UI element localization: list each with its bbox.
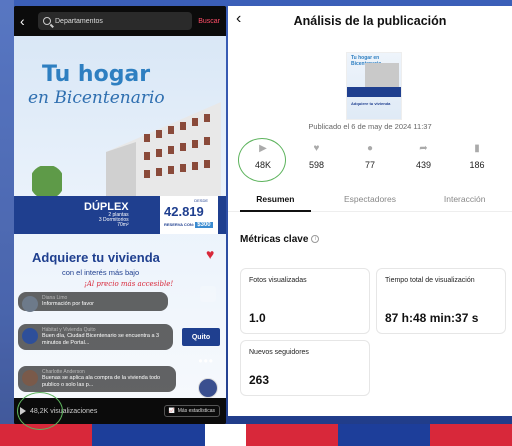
- highlight-circle: [17, 392, 63, 430]
- background-edge: [0, 0, 14, 424]
- metric-card: Nuevos seguidores 263: [240, 340, 370, 396]
- bookmark-icon: ▮: [474, 142, 480, 154]
- stat-value: 439: [415, 160, 432, 170]
- metrics-title-text: Métricas clave: [240, 234, 309, 245]
- share-icon: ➦: [419, 142, 428, 154]
- post-analytics-panel: ‹ Análisis de la publicación Tu hogar en…: [228, 6, 512, 416]
- side-action-icon[interactable]: [200, 286, 216, 302]
- top-search-bar: ‹ Departamentos Buscar: [14, 6, 226, 36]
- stat-saves: ▮ 186: [452, 140, 502, 180]
- stat-value: 598: [308, 160, 325, 170]
- thumbnail-subtitle: Adquiere tu vivienda: [351, 101, 391, 106]
- thumbnail-building: [365, 63, 399, 87]
- search-icon: [43, 17, 51, 25]
- metrics-heading: Métricas clave i: [240, 234, 320, 245]
- metric-label: Fotos visualizadas: [249, 277, 307, 284]
- price-from-label: DESDE: [194, 198, 208, 203]
- stat-value: 186: [469, 160, 485, 170]
- heart-icon: ♥: [206, 246, 215, 262]
- ad-interest-text: con el interés más bajo: [62, 268, 140, 277]
- more-stats-button[interactable]: 📈 Más estadísticas: [163, 405, 220, 417]
- analytics-header: ‹ Análisis de la publicación: [228, 6, 512, 36]
- highlight-circle: [238, 138, 286, 182]
- metric-card: Fotos visualizadas 1.0: [240, 268, 370, 334]
- metric-card: Tiempo total de visualización 87 h:48 mi…: [376, 268, 506, 334]
- published-date: Publicado el 6 de may de 2024 11:37: [308, 122, 432, 131]
- reservation-amount: $300: [195, 222, 213, 228]
- ad-accessible-text: ¡Al precio más accesible!: [84, 280, 174, 288]
- thumbnail-band: [347, 87, 401, 97]
- avatar: [22, 328, 38, 344]
- bottom-flag-strip: [0, 424, 512, 446]
- reservation-label: RESERVA CON: $300: [164, 222, 213, 228]
- profile-avatar[interactable]: [198, 378, 218, 398]
- comment-text: Información por favor: [42, 301, 94, 307]
- metric-label: Nuevos seguidores: [249, 349, 309, 356]
- duplex-area: 70m²: [117, 222, 129, 228]
- tab-resumen[interactable]: Resumen: [228, 188, 323, 212]
- page-title: Análisis de la publicación: [293, 14, 447, 28]
- analytics-tabs: Resumen Espectadores Interacción: [228, 188, 512, 212]
- comment-icon: ●: [366, 142, 374, 154]
- building-image: [106, 102, 221, 207]
- metric-value: 263: [249, 373, 270, 387]
- quito-logo: Quito: [182, 328, 220, 346]
- price-amount: 42.819: [164, 204, 204, 219]
- more-stats-label: Más estadísticas: [177, 408, 215, 414]
- chart-icon: 📈: [168, 408, 175, 414]
- back-chevron-icon[interactable]: ‹: [236, 10, 241, 28]
- price-box: DESDE 42.819 RESERVA CON: $300: [160, 196, 218, 234]
- stat-shares: ➦ 439: [399, 140, 449, 180]
- avatar: [22, 296, 38, 312]
- heart-icon: ♥: [313, 142, 320, 154]
- comment-item[interactable]: Hábitat y Vivienda Quito Buen día, Ciuda…: [18, 324, 173, 350]
- comment-text: Buenas se aplica ala compra de la vivien…: [42, 375, 161, 388]
- tab-interaccion[interactable]: Interacción: [417, 188, 512, 211]
- info-icon[interactable]: i: [311, 235, 320, 244]
- more-options-icon[interactable]: •••: [198, 354, 214, 368]
- search-button[interactable]: Buscar: [198, 18, 220, 25]
- metric-value: 87 h:48 min:37 s: [385, 311, 479, 325]
- search-input[interactable]: Departamentos: [38, 12, 193, 30]
- comment-item[interactable]: Charlotte Anderson Buenas se aplica ala …: [18, 366, 176, 392]
- search-placeholder: Departamentos: [55, 17, 103, 25]
- video-screen: ‹ Departamentos Buscar Tu hogar en Bicen…: [14, 6, 226, 424]
- avatar: [22, 370, 38, 386]
- post-thumbnail[interactable]: Tu hogar en Bicentenario Adquiere tu viv…: [346, 52, 402, 120]
- stat-value: 77: [364, 160, 375, 170]
- back-chevron-icon[interactable]: ‹: [20, 13, 32, 29]
- metric-label: Tiempo total de visualización: [385, 277, 475, 284]
- comment-item[interactable]: Diana Limo Información por favor: [18, 292, 168, 312]
- ad-title: Tu hogar: [42, 62, 151, 87]
- stat-likes: ♥ 598: [292, 140, 342, 180]
- stat-comments: ● 77: [345, 140, 395, 180]
- tab-espectadores[interactable]: Espectadores: [323, 188, 418, 211]
- metric-value: 1.0: [249, 311, 266, 325]
- ad-headline: Adquiere tu vivienda: [32, 250, 160, 265]
- comment-text: Buen día, Ciudad Bicentenario se encuent…: [42, 333, 160, 346]
- video-content[interactable]: Tu hogar en Bicentenario DÚPLEX 2 planta…: [14, 36, 226, 398]
